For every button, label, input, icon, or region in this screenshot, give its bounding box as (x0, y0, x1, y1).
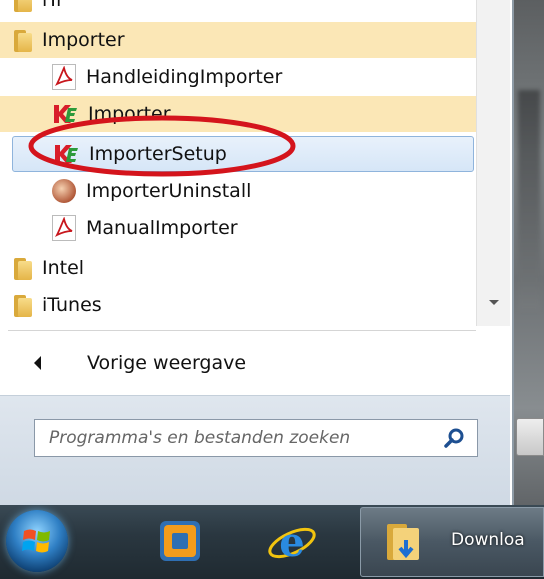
folder-item-importer[interactable]: Importer (0, 22, 476, 58)
scroll-down-arrow-icon[interactable] (489, 300, 499, 305)
ke-logo-icon (54, 105, 77, 123)
back-arrow-icon (34, 356, 41, 370)
svg-text:e: e (279, 519, 304, 566)
search-icon[interactable] (441, 424, 469, 452)
taskbar-window-label: Downloa (451, 530, 525, 550)
back-button[interactable]: Vorige weergave (10, 343, 476, 383)
folder-label: iTr (42, 0, 64, 11)
program-item-importersetup[interactable]: ImporterSetup (12, 136, 474, 172)
program-item-importeruninstall[interactable]: ImporterUninstall (0, 173, 476, 209)
program-item-manualimporter[interactable]: ManualImporter (0, 210, 476, 246)
desktop-window-blur (518, 90, 540, 310)
start-menu: iTr Importer HandleidingImporter Importe… (0, 0, 514, 506)
ke-logo-icon (55, 145, 78, 163)
folder-item-intel[interactable]: Intel (0, 250, 476, 286)
program-item-handleidingimporter[interactable]: HandleidingImporter (0, 59, 476, 95)
search-input[interactable] (35, 419, 441, 457)
folder-label: Importer (42, 29, 125, 51)
taskbar: e Downloa (0, 505, 544, 579)
search-area (0, 395, 510, 506)
pdf-icon (52, 215, 76, 241)
folder-icon (14, 256, 32, 280)
folder-icon (14, 28, 32, 52)
program-label: Importer (88, 103, 171, 125)
shutdown-button-edge[interactable] (516, 418, 544, 456)
menu-divider (8, 330, 476, 331)
folder-icon (14, 0, 32, 12)
search-box[interactable] (34, 419, 478, 457)
folder-item-itr[interactable]: iTr (0, 0, 476, 18)
taskbar-explorer-button[interactable]: Downloa (360, 507, 544, 577)
folder-label: Intel (42, 257, 85, 279)
program-label: HandleidingImporter (86, 66, 283, 88)
pdf-icon (52, 64, 76, 90)
internet-explorer-icon[interactable]: e (262, 513, 322, 571)
program-label: ManualImporter (86, 217, 238, 239)
windows-orb-icon[interactable] (6, 510, 68, 572)
folder-item-itunes[interactable]: iTunes (0, 287, 476, 323)
downloads-folder-icon (387, 524, 419, 560)
virtualbox-icon[interactable] (150, 513, 210, 571)
folder-label: iTunes (42, 294, 102, 316)
programs-scrollbar[interactable] (476, 0, 510, 326)
windows-flag-icon (22, 529, 50, 553)
program-label: ImporterSetup (89, 143, 227, 165)
folder-icon (14, 293, 32, 317)
back-label: Vorige weergave (87, 352, 247, 374)
uninstall-icon (52, 179, 76, 203)
program-label: ImporterUninstall (86, 180, 252, 202)
program-item-importer[interactable]: Importer (0, 96, 476, 132)
all-programs-list: iTr Importer HandleidingImporter Importe… (0, 0, 510, 326)
